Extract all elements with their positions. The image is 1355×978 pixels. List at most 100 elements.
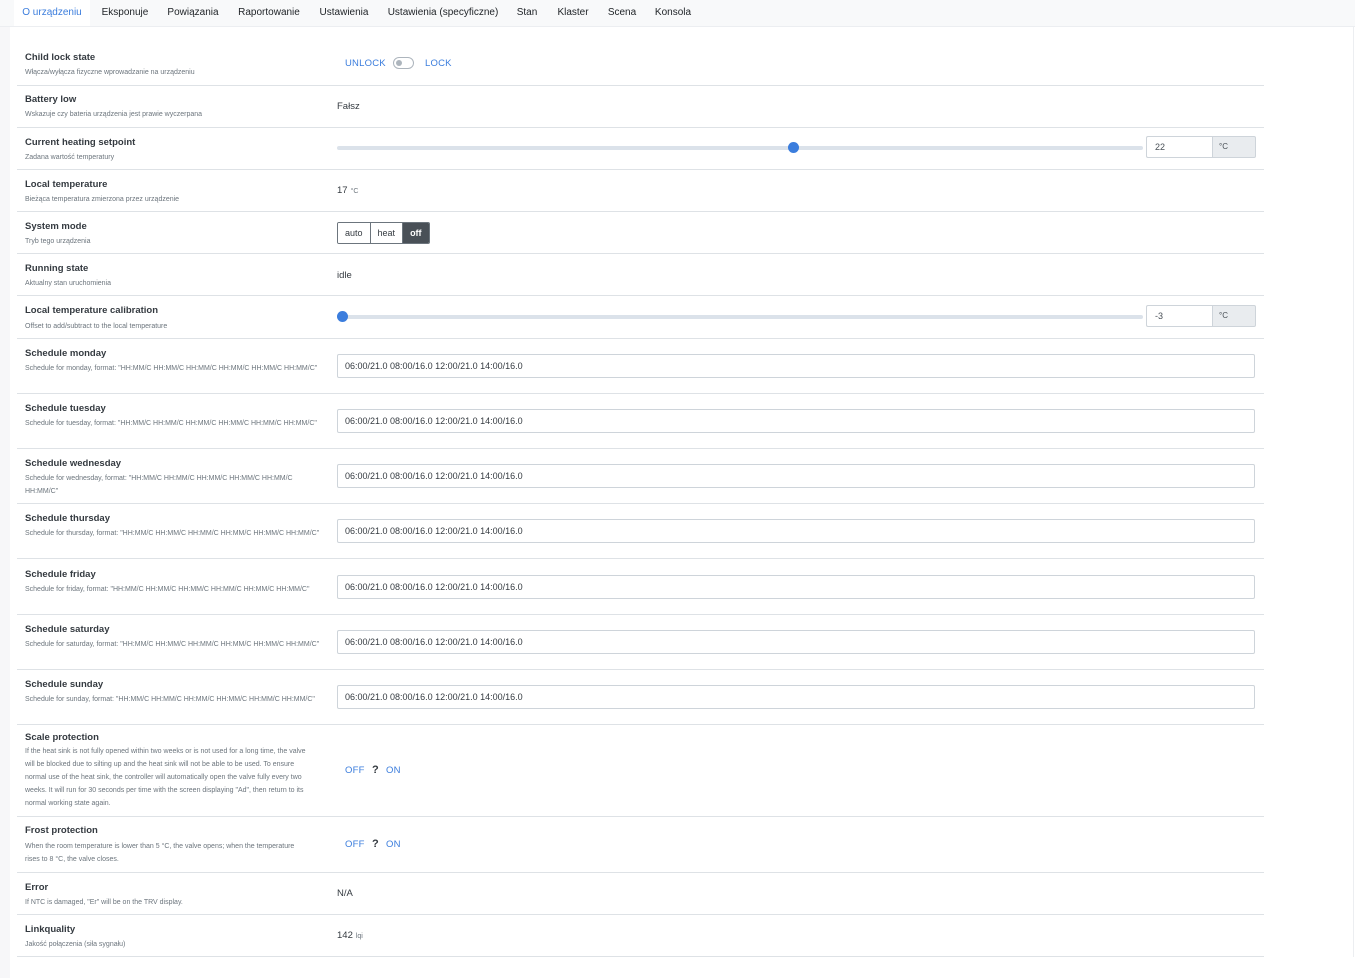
- tab-powiazania[interactable]: Powiązania: [160, 0, 226, 26]
- heating-setpoint-slider[interactable]: [337, 142, 1143, 153]
- tab-konsola[interactable]: Konsola: [646, 0, 700, 26]
- row-schedule-friday: Schedule friday Schedule for friday, for…: [17, 559, 1264, 615]
- row-title: Battery low: [25, 94, 77, 105]
- row-description: If NTC is damaged, "Er" will be on the T…: [25, 899, 183, 906]
- row-description: When the room temperature is lower than …: [25, 843, 295, 863]
- row-local-temperature: Local temperature Bieżąca temperatura zm…: [17, 170, 1264, 212]
- row-schedule-saturday: Schedule saturday Schedule for saturday,…: [17, 615, 1264, 670]
- linkquality-number: 142: [337, 930, 353, 941]
- row-title: Local temperature: [25, 179, 108, 190]
- row-description: Schedule for sunday, format: "HH:MM/C HH…: [25, 696, 315, 703]
- row-description: Schedule for saturday, format: "HH:MM/C …: [25, 641, 320, 648]
- unit-label: °C: [1212, 305, 1256, 327]
- unlock-label[interactable]: UNLOCK: [345, 58, 386, 69]
- schedule-sunday-input[interactable]: [337, 685, 1255, 709]
- local-temperature-value: 17 °C: [337, 185, 358, 196]
- lock-label[interactable]: LOCK: [425, 58, 452, 69]
- slider-thumb[interactable]: [788, 142, 800, 153]
- row-title: Linkquality: [25, 924, 76, 935]
- running-state-value: idle: [337, 270, 352, 281]
- tab-scena[interactable]: Scena: [602, 0, 642, 26]
- row-title: Schedule sunday: [25, 679, 104, 690]
- row-description: Schedule for tuesday, format: "HH:MM/C H…: [25, 420, 317, 427]
- row-description: Offset to add/subtract to the local temp…: [25, 323, 168, 330]
- tab-raportowanie[interactable]: Raportowanie: [230, 0, 308, 26]
- row-title: Schedule tuesday: [25, 403, 106, 414]
- row-description: Schedule for thursday, format: "HH:MM/C …: [25, 530, 320, 537]
- row-description: Jakość połączenia (siła sygnału): [25, 941, 126, 948]
- row-description: Schedule for wednesday, format: "HH:MM/C…: [25, 475, 293, 495]
- tab-klaster[interactable]: Klaster: [548, 0, 598, 26]
- error-value: N/A: [337, 888, 353, 899]
- schedule-tuesday-input[interactable]: [337, 409, 1255, 433]
- row-temperature-calibration: Local temperature calibration Offset to …: [17, 296, 1264, 339]
- temperature-number: 17: [337, 185, 348, 196]
- schedule-monday-input[interactable]: [337, 354, 1255, 378]
- calibration-input[interactable]: [1146, 305, 1212, 327]
- child-lock-switch[interactable]: [393, 57, 414, 69]
- slider-thumb[interactable]: [336, 311, 348, 322]
- on-label[interactable]: ON: [386, 765, 401, 776]
- row-description: Schedule for monday, format: "HH:MM/C HH…: [25, 365, 318, 372]
- row-title: Schedule wednesday: [25, 458, 122, 469]
- tab-bar: O urządzeniu Eksponuje Powiązania Raport…: [0, 0, 1355, 27]
- system-mode-buttons: auto heat off: [337, 222, 430, 244]
- battery-low-value: Fałsz: [337, 101, 360, 112]
- row-description: If the heat sink is not fully opened wit…: [25, 748, 306, 807]
- row-description: Wskazuje czy bateria urządzenia jest pra…: [25, 111, 203, 118]
- row-title: Frost protection: [25, 825, 98, 836]
- row-title: Schedule monday: [25, 348, 107, 359]
- mode-off-button[interactable]: off: [403, 223, 429, 243]
- heating-setpoint-input[interactable]: [1146, 136, 1212, 158]
- off-label[interactable]: OFF: [345, 839, 365, 850]
- tab-ustawienia[interactable]: Ustawienia: [312, 0, 376, 26]
- row-title: Error: [25, 882, 49, 893]
- row-linkquality: Linkquality Jakość połączenia (siła sygn…: [17, 915, 1264, 957]
- row-schedule-sunday: Schedule sunday Schedule for sunday, for…: [17, 670, 1264, 725]
- row-title: Child lock state: [25, 52, 96, 63]
- row-description: Zadana wartość temperatury: [25, 154, 115, 161]
- row-frost-protection: Frost protection When the room temperatu…: [17, 817, 1264, 873]
- row-system-mode: System mode Tryb tego urządzenia auto he…: [17, 212, 1264, 254]
- mode-heat-button[interactable]: heat: [370, 223, 404, 243]
- row-description: Włącza/wyłącza fizyczne wprowadzanie na …: [25, 69, 195, 76]
- row-schedule-tuesday: Schedule tuesday Schedule for tuesday, f…: [17, 394, 1264, 449]
- row-title: Scale protection: [25, 732, 99, 743]
- schedule-friday-input[interactable]: [337, 575, 1255, 599]
- calibration-slider[interactable]: [336, 311, 1143, 322]
- row-description: Bieżąca temperatura zmierzona przez urzą…: [25, 196, 180, 203]
- right-border: [1353, 27, 1354, 957]
- row-title: Current heating setpoint: [25, 137, 136, 148]
- row-schedule-thursday: Schedule thursday Schedule for thursday,…: [17, 504, 1264, 559]
- row-title: Schedule thursday: [25, 513, 110, 524]
- mode-auto-button[interactable]: auto: [338, 223, 371, 243]
- tab-o-urzadzeniu[interactable]: O urządzeniu: [14, 0, 90, 26]
- linkquality-value: 142 lqi: [337, 930, 363, 941]
- row-battery-low: Battery low Wskazuje czy bateria urządze…: [17, 86, 1264, 128]
- row-schedule-monday: Schedule monday Schedule for monday, for…: [17, 339, 1264, 394]
- tab-ustawienia-specyficzne[interactable]: Ustawienia (specyficzne): [380, 0, 506, 26]
- tab-stan[interactable]: Stan: [510, 0, 544, 26]
- schedule-thursday-input[interactable]: [337, 519, 1255, 543]
- schedule-saturday-input[interactable]: [337, 630, 1255, 654]
- row-schedule-wednesday: Schedule wednesday Schedule for wednesda…: [17, 449, 1264, 504]
- row-scale-protection: Scale protection If the heat sink is not…: [17, 725, 1264, 817]
- row-title: Schedule saturday: [25, 624, 110, 635]
- off-label[interactable]: OFF: [345, 765, 365, 776]
- left-gutter: [0, 27, 10, 978]
- row-title: Schedule friday: [25, 569, 96, 580]
- row-running-state: Running state Aktualny stan uruchomienia…: [17, 254, 1264, 296]
- row-heating-setpoint: Current heating setpoint Zadana wartość …: [17, 128, 1264, 170]
- row-error: Error If NTC is damaged, "Er" will be on…: [17, 873, 1264, 915]
- unknown-state-icon[interactable]: ?: [372, 838, 379, 850]
- tab-eksponuje[interactable]: Eksponuje: [94, 0, 156, 26]
- on-label[interactable]: ON: [386, 839, 401, 850]
- row-title: System mode: [25, 221, 87, 232]
- unknown-state-icon[interactable]: ?: [372, 764, 379, 776]
- row-title: Local temperature calibration: [25, 305, 159, 316]
- unit-label: °C: [1212, 136, 1256, 158]
- linkquality-unit: lqi: [355, 933, 363, 940]
- row-description: Tryb tego urządzenia: [25, 238, 91, 245]
- schedule-wednesday-input[interactable]: [337, 464, 1255, 488]
- row-title: Running state: [25, 263, 89, 274]
